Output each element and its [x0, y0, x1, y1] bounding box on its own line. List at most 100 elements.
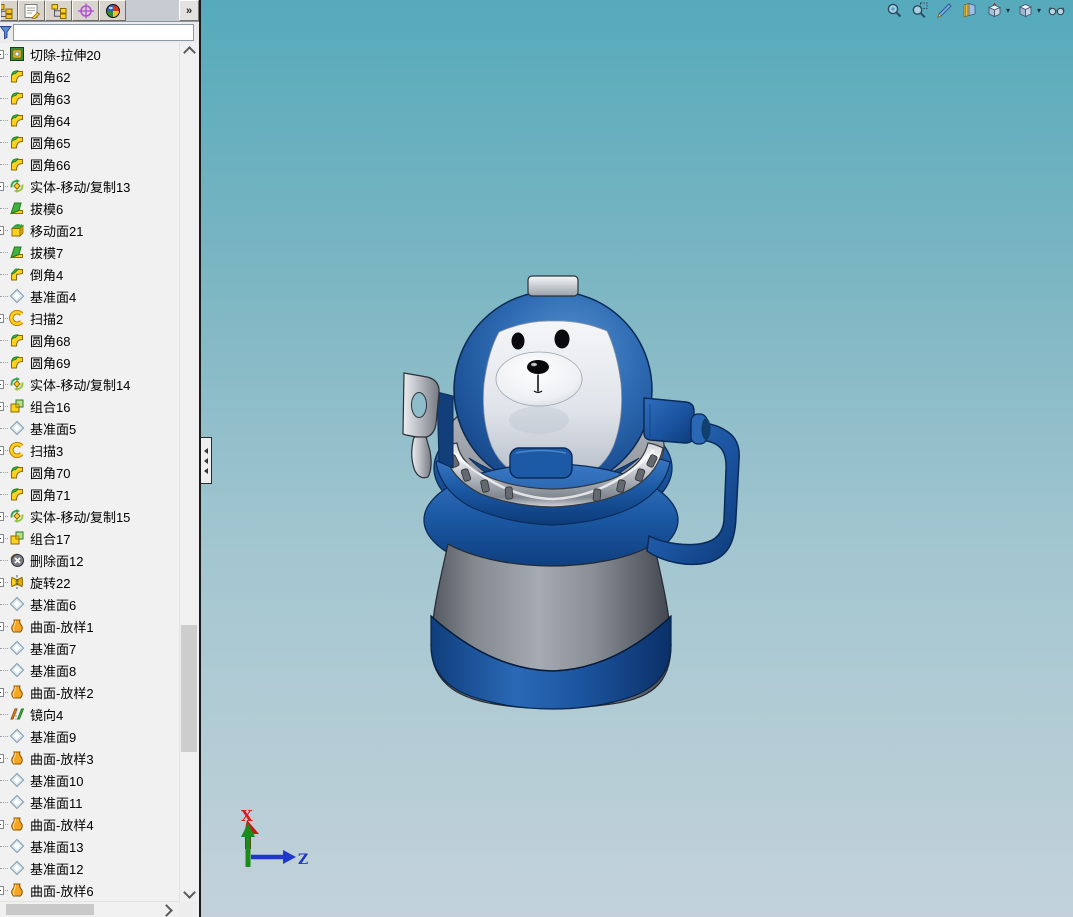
plane-icon	[9, 838, 25, 854]
tree-item[interactable]: 基准面13	[0, 835, 179, 857]
3d-viewport[interactable]: X Z ▾ ▾	[201, 0, 1073, 917]
tree-item[interactable]: 旋转22	[0, 571, 179, 593]
expand-toggle[interactable]	[0, 50, 4, 59]
feature-label: 圆角71	[30, 487, 71, 503]
scroll-up-arrow[interactable]	[183, 46, 196, 59]
tree-item[interactable]: 圆角63	[0, 87, 179, 109]
display-style-icon[interactable]	[1016, 1, 1035, 20]
tree-item[interactable]: 扫描3	[0, 439, 179, 461]
configurationmanager-tab[interactable]	[45, 0, 72, 21]
horizontal-scroll-thumb[interactable]	[6, 904, 94, 915]
scroll-right-arrow[interactable]	[160, 904, 173, 917]
tree-item[interactable]: 圆角68	[0, 329, 179, 351]
feature-label: 移动面21	[30, 223, 84, 239]
expand-toggle[interactable]	[0, 226, 4, 235]
feature-label: 拔模6	[30, 201, 64, 217]
tree-item[interactable]: 曲面-放样1	[0, 615, 179, 637]
plane-icon	[9, 288, 25, 304]
panel-collapse-handle[interactable]	[201, 437, 212, 484]
tree-item[interactable]: 圆角64	[0, 109, 179, 131]
section-view-icon[interactable]	[960, 1, 979, 20]
surface-loft-icon	[9, 618, 25, 634]
tree-item[interactable]: 基准面8	[0, 659, 179, 681]
featuremanager-tree-tab[interactable]	[0, 0, 18, 21]
vertical-scroll-thumb[interactable]	[181, 625, 197, 752]
tree-item[interactable]: 曲面-放样4	[0, 813, 179, 835]
expand-toggle[interactable]	[0, 182, 4, 191]
view-orientation-dropdown[interactable]: ▾	[1006, 1, 1010, 20]
propertymanager-tab[interactable]	[18, 0, 45, 21]
feature-label: 基准面11	[30, 795, 83, 811]
expand-toggle[interactable]	[0, 886, 4, 895]
tree-item[interactable]: 切除-拉伸20	[0, 43, 179, 65]
tree-item[interactable]: 圆角66	[0, 153, 179, 175]
fillet-icon	[9, 112, 25, 128]
tree-item[interactable]: 圆角70	[0, 461, 179, 483]
feature-label: 圆角69	[30, 355, 71, 371]
expand-toggle[interactable]	[0, 446, 4, 455]
collapse-arrow-icon	[204, 447, 208, 454]
expand-toggle[interactable]	[0, 754, 4, 763]
tree-item[interactable]: 组合16	[0, 395, 179, 417]
expand-toggle[interactable]	[0, 622, 4, 631]
display-style-dropdown[interactable]: ▾	[1037, 1, 1041, 20]
tree-item[interactable]: 基准面12	[0, 857, 179, 879]
coordinate-triad: X Z	[241, 807, 308, 868]
fillet-icon	[9, 464, 25, 480]
tree-item[interactable]: 圆角62	[0, 65, 179, 87]
sweep-icon	[9, 310, 25, 326]
dimxpertmanager-tab[interactable]	[72, 0, 99, 21]
tree-vertical-scrollbar[interactable]	[179, 43, 198, 902]
tab-spacer	[126, 0, 179, 21]
tree-item[interactable]: 拔模6	[0, 197, 179, 219]
tree-item[interactable]: 组合17	[0, 527, 179, 549]
expand-toggle[interactable]	[0, 402, 4, 411]
expand-toggle[interactable]	[0, 534, 4, 543]
tree-item[interactable]: 实体-移动/复制15	[0, 505, 179, 527]
displaymanager-tab[interactable]	[99, 0, 126, 21]
tree-item[interactable]: 基准面11	[0, 791, 179, 813]
tree-item[interactable]: 曲面-放样2	[0, 681, 179, 703]
tree-item[interactable]: 基准面6	[0, 593, 179, 615]
tree-item[interactable]: 移动面21	[0, 219, 179, 241]
tree-item[interactable]: 曲面-放样6	[0, 879, 179, 901]
tree-item[interactable]: 曲面-放样3	[0, 747, 179, 769]
tree-item[interactable]: 实体-移动/复制13	[0, 175, 179, 197]
feature-label: 曲面-放样3	[30, 751, 94, 767]
tree-item[interactable]: 基准面9	[0, 725, 179, 747]
expand-toggle[interactable]	[0, 314, 4, 323]
hide-show-items-icon[interactable]	[1047, 1, 1066, 20]
view-orientation-icon[interactable]	[985, 1, 1004, 20]
tree-item[interactable]: 镜向4	[0, 703, 179, 725]
tree-filter-input[interactable]	[13, 24, 194, 41]
expand-toggle[interactable]	[0, 820, 4, 829]
tree-item[interactable]: 圆角71	[0, 483, 179, 505]
tree-item[interactable]: 倒角4	[0, 263, 179, 285]
scroll-down-arrow[interactable]	[183, 886, 196, 899]
tree-item[interactable]: 基准面4	[0, 285, 179, 307]
tree-item[interactable]: 拔模7	[0, 241, 179, 263]
tree-item[interactable]: 基准面7	[0, 637, 179, 659]
previous-view-icon[interactable]	[935, 1, 954, 20]
zoom-to-fit-icon[interactable]	[885, 1, 904, 20]
tree-item[interactable]: 扫描2	[0, 307, 179, 329]
panel-tabs-overflow-button[interactable]: »	[179, 0, 199, 21]
expand-toggle[interactable]	[0, 512, 4, 521]
fillet-icon	[9, 332, 25, 348]
expand-toggle[interactable]	[0, 380, 4, 389]
tree-horizontal-scrollbar[interactable]	[0, 901, 179, 917]
cut-extrude-icon	[9, 46, 25, 62]
move-copy-icon	[9, 376, 25, 392]
expand-toggle[interactable]	[0, 688, 4, 697]
tree-item[interactable]: 基准面10	[0, 769, 179, 791]
tree-item[interactable]: 圆角69	[0, 351, 179, 373]
featuremanager-panel: » 切除-拉伸20 圆角62 圆角63 圆角64 圆角65 圆角66 实体-移动…	[0, 0, 201, 917]
tree-item[interactable]: 基准面5	[0, 417, 179, 439]
zoom-to-area-icon[interactable]	[910, 1, 929, 20]
feature-label: 基准面5	[30, 421, 77, 437]
tree-item[interactable]: 圆角65	[0, 131, 179, 153]
tree-item[interactable]: 实体-移动/复制14	[0, 373, 179, 395]
draft-icon	[9, 244, 25, 260]
tree-item[interactable]: 删除面12	[0, 549, 179, 571]
expand-toggle[interactable]	[0, 578, 4, 587]
